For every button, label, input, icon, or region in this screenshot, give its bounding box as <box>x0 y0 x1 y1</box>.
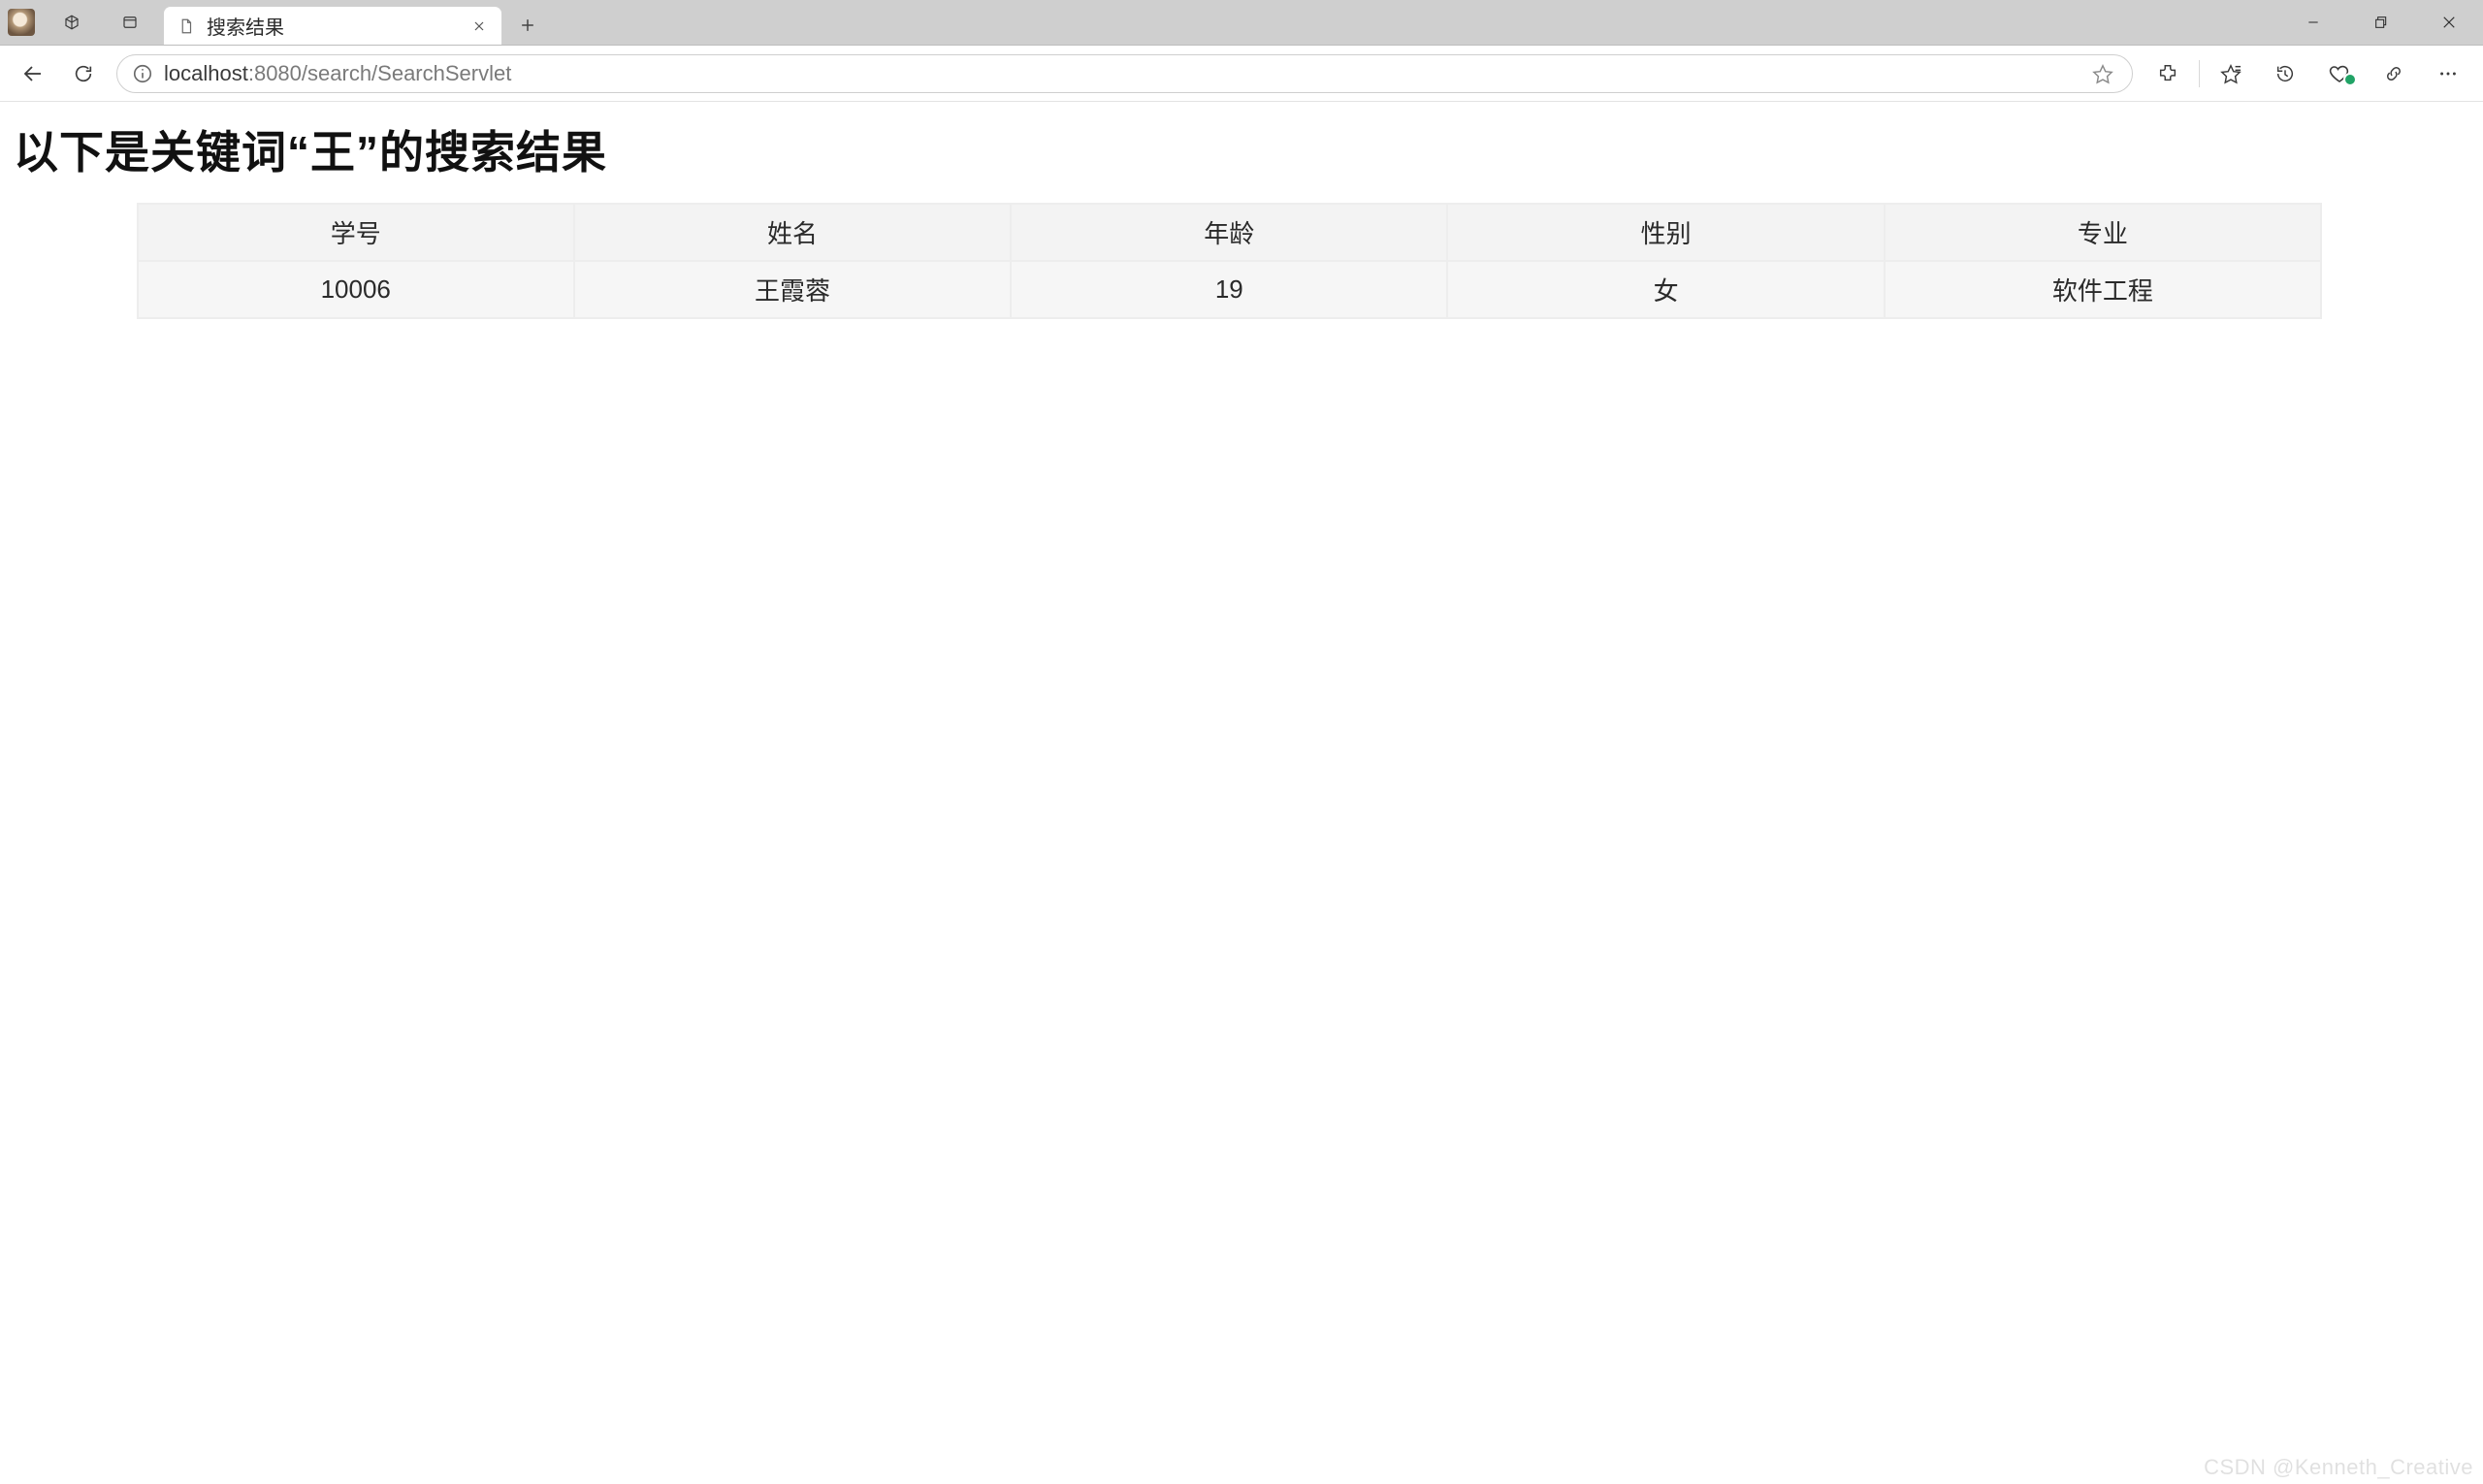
cell-gender: 女 <box>1447 261 1884 318</box>
puzzle-icon <box>2157 63 2178 84</box>
result-table: 学号 姓名 年龄 性别 专业 10006 王霞蓉 19 女 软件工程 <box>137 203 2322 319</box>
heart-icon <box>2328 62 2351 85</box>
window-titlebar: 搜索结果 <box>0 0 2483 46</box>
bookmark-button[interactable] <box>2081 51 2124 96</box>
url-port: :8080 <box>248 61 302 86</box>
result-table-wrap: 学号 姓名 年龄 性别 专业 10006 王霞蓉 19 女 软件工程 <box>137 203 2322 319</box>
table-header-row: 学号 姓名 年龄 性别 专业 <box>138 204 2321 261</box>
col-major: 专业 <box>1885 204 2321 261</box>
site-info-button[interactable] <box>125 56 160 91</box>
url-host: localhost <box>164 61 248 86</box>
page-content: 以下是关键词“王”的搜索结果 学号 姓名 年龄 性别 专业 10006 王霞蓉 … <box>0 102 2483 1484</box>
star-icon <box>2092 63 2113 84</box>
close-icon <box>471 18 487 34</box>
window-close-button[interactable] <box>2415 0 2483 46</box>
col-gender: 性别 <box>1447 204 1884 261</box>
copilot-button[interactable] <box>2312 51 2367 96</box>
toolbar-separator <box>2199 60 2200 87</box>
toolbar-actions <box>2141 51 2475 96</box>
refresh-icon <box>73 63 94 84</box>
info-icon <box>132 63 153 84</box>
favorites-button[interactable] <box>2204 51 2258 96</box>
favorites-icon <box>2220 63 2241 84</box>
cell-major: 软件工程 <box>1885 261 2321 318</box>
maximize-icon <box>2373 15 2389 30</box>
nav-back-button[interactable] <box>8 51 58 96</box>
minimize-icon <box>2306 15 2321 30</box>
workspaces-button[interactable] <box>43 1 101 44</box>
col-age: 年龄 <box>1011 204 1447 261</box>
window-controls <box>2279 0 2483 45</box>
page-icon <box>177 17 195 35</box>
tab-title: 搜索结果 <box>207 12 467 40</box>
browser-toolbar: localhost:8080/search/SearchServlet <box>0 46 2483 102</box>
nav-refresh-button[interactable] <box>58 51 109 96</box>
ellipsis-icon <box>2437 63 2459 84</box>
performance-button[interactable] <box>2367 51 2421 96</box>
cell-student-id: 10006 <box>138 261 574 318</box>
page-heading: 以下是关键词“王”的搜索结果 <box>14 117 2469 181</box>
profile-button[interactable] <box>0 1 43 44</box>
extensions-button[interactable] <box>2141 51 2195 96</box>
table-row: 10006 王霞蓉 19 女 软件工程 <box>138 261 2321 318</box>
address-bar[interactable]: localhost:8080/search/SearchServlet <box>116 54 2133 93</box>
tab-actions-icon <box>121 14 139 31</box>
history-button[interactable] <box>2258 51 2312 96</box>
cell-name: 王霞蓉 <box>574 261 1011 318</box>
window-minimize-button[interactable] <box>2279 0 2347 46</box>
url-text: localhost:8080/search/SearchServlet <box>164 61 511 86</box>
tabstrip: 搜索结果 <box>159 0 2279 45</box>
titlebar-left <box>0 0 159 45</box>
browser-tab[interactable]: 搜索结果 <box>163 6 502 45</box>
url-path: /search/SearchServlet <box>302 61 511 86</box>
tab-actions-button[interactable] <box>101 1 159 44</box>
profile-avatar-icon <box>8 9 35 36</box>
close-icon <box>2440 14 2458 31</box>
col-name: 姓名 <box>574 204 1011 261</box>
history-icon <box>2274 63 2296 84</box>
plus-icon <box>518 16 537 35</box>
addressbar-actions <box>2081 51 2124 96</box>
link-icon <box>2383 63 2404 84</box>
new-tab-button[interactable] <box>508 6 547 45</box>
arrow-left-icon <box>21 62 45 85</box>
col-student-id: 学号 <box>138 204 574 261</box>
window-maximize-button[interactable] <box>2347 0 2415 46</box>
settings-menu-button[interactable] <box>2421 51 2475 96</box>
cell-age: 19 <box>1011 261 1447 318</box>
tab-close-button[interactable] <box>467 14 492 39</box>
workspaces-icon <box>63 14 81 31</box>
